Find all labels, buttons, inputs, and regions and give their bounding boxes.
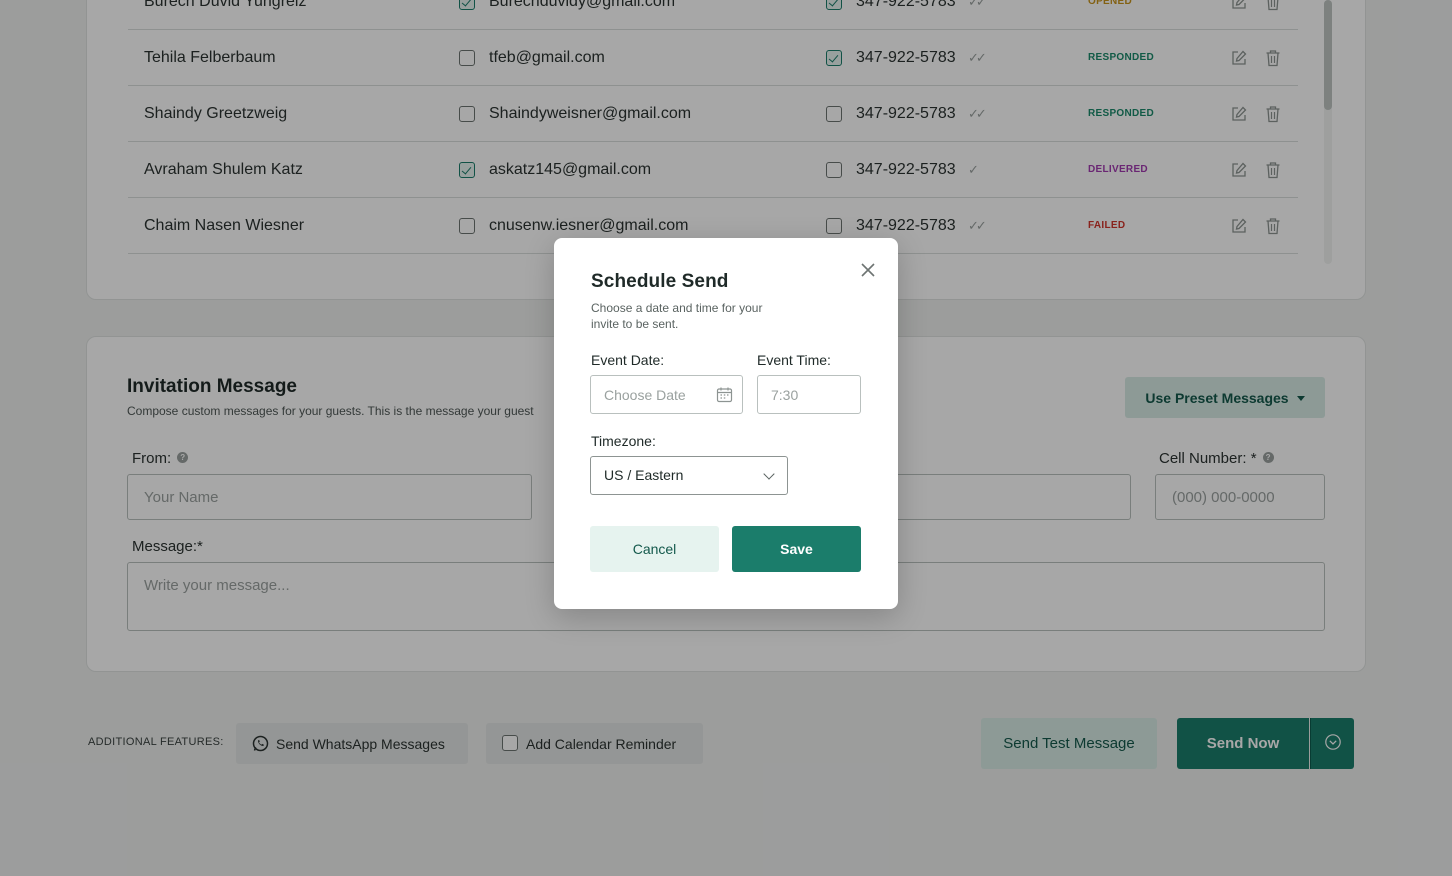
timezone-select[interactable]: US / Eastern (590, 456, 788, 495)
modal-title: Schedule Send (591, 271, 729, 292)
calendar-icon[interactable] (716, 386, 733, 403)
close-icon[interactable] (857, 259, 879, 281)
modal-subtitle: Choose a date and time for your invite t… (591, 301, 763, 331)
timezone-value: US / Eastern (604, 467, 684, 483)
save-button[interactable]: Save (732, 526, 861, 572)
timezone-label: Timezone: (591, 433, 656, 449)
chevron-down-icon (763, 468, 775, 480)
schedule-send-modal: Schedule Send Choose a date and time for… (554, 238, 898, 609)
event-date-label: Event Date: (591, 352, 665, 368)
event-time-input[interactable] (757, 375, 861, 414)
event-time-label: Event Time: (757, 352, 831, 368)
cancel-button[interactable]: Cancel (590, 526, 719, 572)
